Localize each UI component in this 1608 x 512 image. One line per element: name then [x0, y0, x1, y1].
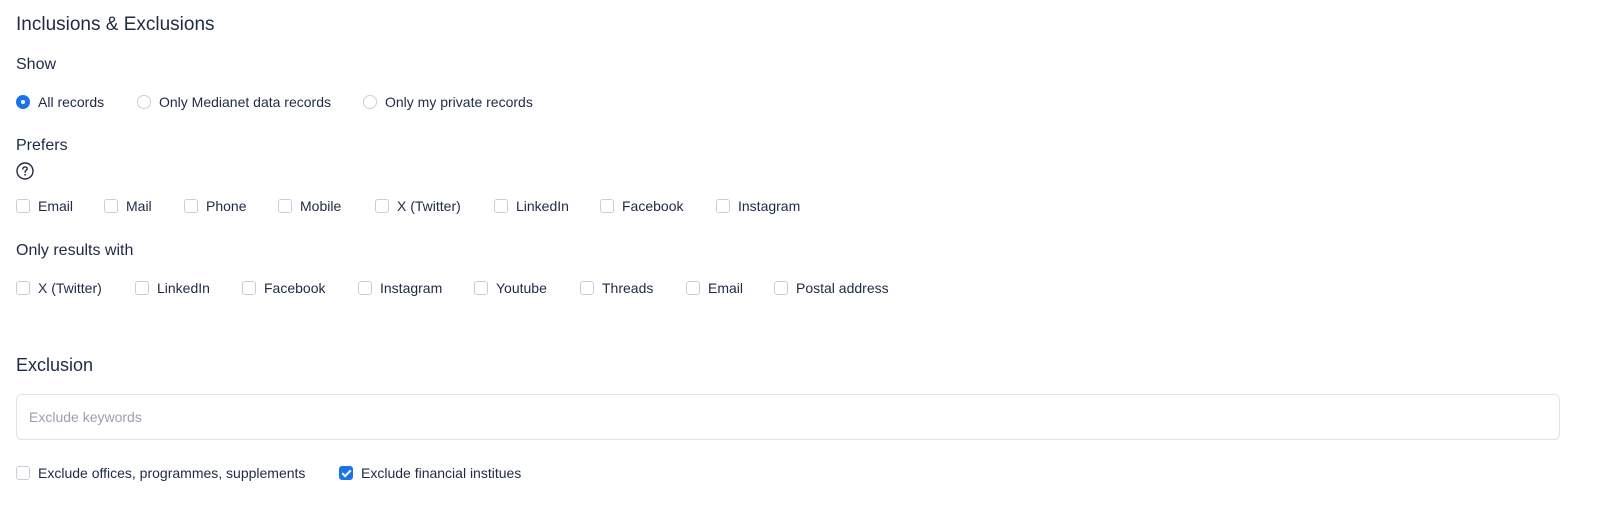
- checkbox-label: Mail: [126, 198, 152, 214]
- only-youtube-checkbox[interactable]: Youtube: [474, 278, 547, 298]
- checkbox-box[interactable]: [184, 199, 198, 213]
- checkbox-box[interactable]: [104, 199, 118, 213]
- prefers-linkedin-checkbox[interactable]: LinkedIn: [494, 196, 569, 216]
- checkbox-label: LinkedIn: [516, 198, 569, 214]
- checkbox-box[interactable]: [494, 199, 508, 213]
- checkbox-box[interactable]: [474, 281, 488, 295]
- prefers-instagram-checkbox[interactable]: Instagram: [716, 196, 800, 216]
- checkbox-label: X (Twitter): [397, 198, 461, 214]
- radio-all-records[interactable]: All records: [16, 92, 104, 112]
- only-threads-checkbox[interactable]: Threads: [580, 278, 653, 298]
- checkbox-box[interactable]: [580, 281, 594, 295]
- checkbox-box[interactable]: [242, 281, 256, 295]
- checkbox-box[interactable]: [600, 199, 614, 213]
- checkbox-label: LinkedIn: [157, 280, 210, 296]
- exclude-keywords-input[interactable]: [16, 394, 1560, 440]
- prefers-phone-checkbox[interactable]: Phone: [184, 196, 246, 216]
- checkbox-box[interactable]: [16, 199, 30, 213]
- page-title: Inclusions & Exclusions: [16, 14, 215, 35]
- prefers-mobile-checkbox[interactable]: Mobile: [278, 196, 341, 216]
- checkbox-label: Youtube: [496, 280, 547, 296]
- checkbox-label: Exclude financial institues: [361, 465, 522, 481]
- checkbox-label: Email: [38, 198, 74, 214]
- prefers-facebook-checkbox[interactable]: Facebook: [600, 196, 683, 216]
- checkbox-label: Threads: [602, 280, 654, 296]
- only-email-checkbox[interactable]: Email: [686, 278, 743, 298]
- only-x-twitter-checkbox[interactable]: X (Twitter): [16, 278, 102, 298]
- checkbox-label: Mobile: [300, 198, 342, 214]
- only-linkedin-checkbox[interactable]: LinkedIn: [135, 278, 210, 298]
- checkbox-box[interactable]: [686, 281, 700, 295]
- only-results-label: Only results with: [16, 242, 134, 259]
- exclude-financial-checkbox[interactable]: Exclude financial institues: [339, 463, 521, 483]
- checkbox-box[interactable]: [16, 466, 30, 480]
- only-postal-address-checkbox[interactable]: Postal address: [774, 278, 889, 298]
- checkbox-box[interactable]: [375, 199, 389, 213]
- show-label: Show: [16, 56, 57, 73]
- prefers-mail-checkbox[interactable]: Mail: [104, 196, 152, 216]
- checkbox-box[interactable]: [716, 199, 730, 213]
- checkbox-label: Postal address: [796, 280, 889, 296]
- checkbox-label: Facebook: [264, 280, 326, 296]
- prefers-x-twitter-checkbox[interactable]: X (Twitter): [375, 196, 461, 216]
- checkbox-label: Instagram: [738, 198, 801, 214]
- only-facebook-checkbox[interactable]: Facebook: [242, 278, 325, 298]
- radio-indicator[interactable]: [363, 95, 377, 109]
- checkbox-label: Exclude offices, programmes, supplements: [38, 465, 306, 481]
- checkbox-label: Phone: [206, 198, 247, 214]
- question-circle-icon[interactable]: [16, 162, 34, 180]
- checkbox-box[interactable]: [135, 281, 149, 295]
- prefers-email-checkbox[interactable]: Email: [16, 196, 73, 216]
- checkbox-box[interactable]: [358, 281, 372, 295]
- only-instagram-checkbox[interactable]: Instagram: [358, 278, 442, 298]
- radio-indicator[interactable]: [16, 95, 30, 109]
- checkbox-box[interactable]: [16, 281, 30, 295]
- radio-private-records[interactable]: Only my private records: [363, 92, 533, 112]
- checkbox-label: Email: [708, 280, 744, 296]
- radio-medianet-records[interactable]: Only Medianet data records: [137, 92, 331, 112]
- exclude-offices-checkbox[interactable]: Exclude offices, programmes, supplements: [16, 463, 305, 483]
- radio-label: Only my private records: [385, 94, 533, 110]
- checkbox-label: Facebook: [622, 198, 684, 214]
- checkbox-box[interactable]: [278, 199, 292, 213]
- exclusion-title: Exclusion: [16, 355, 94, 375]
- checkbox-box[interactable]: [339, 466, 353, 480]
- checkbox-box[interactable]: [774, 281, 788, 295]
- radio-indicator[interactable]: [137, 95, 151, 109]
- checkbox-label: Instagram: [380, 280, 443, 296]
- prefers-label: Prefers: [16, 137, 68, 154]
- checkbox-label: X (Twitter): [38, 280, 102, 296]
- radio-label: All records: [38, 94, 105, 110]
- radio-label: Only Medianet data records: [159, 94, 331, 110]
